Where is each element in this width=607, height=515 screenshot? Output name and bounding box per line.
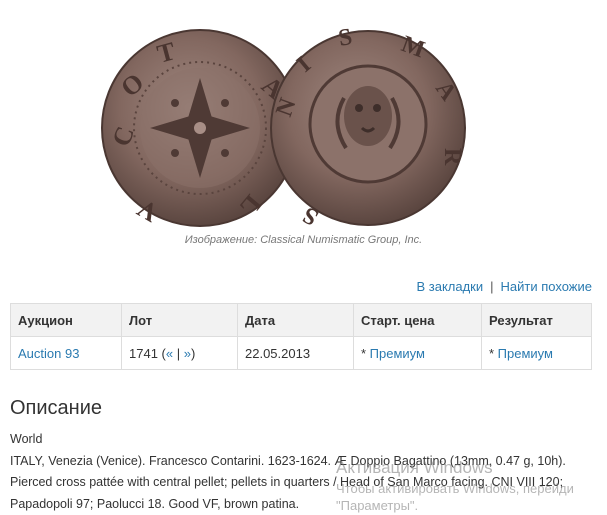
header-auction: Аукцион <box>11 304 122 337</box>
description-line: Pierced cross pattée with central pellet… <box>10 472 600 494</box>
auction-table: Аукцион Лот Дата Старт. цена Результат A… <box>10 303 592 370</box>
result-prefix: * <box>489 346 498 361</box>
lot-actions: В закладки | Найти похожие <box>416 279 592 294</box>
find-similar-link[interactable]: Найти похожие <box>501 279 592 294</box>
cell-lot: 1741 (« | ») <box>122 337 238 370</box>
lot-nav-separator: | <box>177 346 180 361</box>
header-start-price: Старт. цена <box>354 304 482 337</box>
actions-separator: | <box>490 279 493 294</box>
result-premium-link[interactable]: Премиум <box>498 346 553 361</box>
header-date: Дата <box>238 304 354 337</box>
prev-lot-link[interactable]: « <box>166 346 173 361</box>
cell-auction: Auction 93 <box>11 337 122 370</box>
description-text: World ITALY, Venezia (Venice). Francesco… <box>10 429 600 515</box>
svg-text:R: R <box>439 148 465 166</box>
table-row: Auction 93 1741 (« | ») 22.05.2013 * Пре… <box>11 337 592 370</box>
start-price-premium-link[interactable]: Премиум <box>370 346 425 361</box>
start-price-prefix: * <box>361 346 370 361</box>
next-lot-link[interactable]: » <box>184 346 191 361</box>
lot-number: 1741 <box>129 346 158 361</box>
image-caption: Изображение: Classical Numismatic Group,… <box>0 234 607 246</box>
description-title: Описание <box>10 397 102 420</box>
cell-date: 22.05.2013 <box>238 337 354 370</box>
coin-images: C O T A R L V N I S M A R S <box>100 28 470 228</box>
description-line: ITALY, Venezia (Venice). Francesco Conta… <box>10 451 600 473</box>
cell-result: * Премиум <box>482 337 592 370</box>
lot-nav-close: ) <box>191 346 195 361</box>
bookmark-link[interactable]: В закладки <box>416 279 483 294</box>
header-lot: Лот <box>122 304 238 337</box>
cell-start-price: * Премиум <box>354 337 482 370</box>
auction-link[interactable]: Auction 93 <box>18 346 79 361</box>
table-header-row: Аукцион Лот Дата Старт. цена Результат <box>11 304 592 337</box>
coin-reverse: N I S M A R S <box>271 28 465 228</box>
header-result: Результат <box>482 304 592 337</box>
description-line: World <box>10 429 600 451</box>
